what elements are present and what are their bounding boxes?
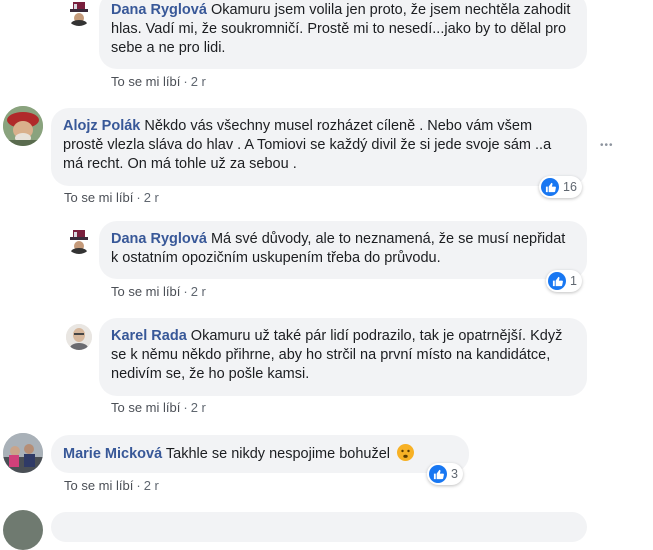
comment-bubble: Marie Micková Takhle se nikdy nespojime … bbox=[51, 435, 469, 473]
like-link[interactable]: To se mi líbí bbox=[64, 190, 133, 205]
reaction-number: 3 bbox=[451, 467, 458, 481]
comment-author[interactable]: Alojz Polák bbox=[63, 118, 140, 134]
like-reaction-icon bbox=[541, 178, 559, 196]
reaction-count[interactable]: 1 bbox=[546, 270, 582, 292]
avatar-hat-icon bbox=[70, 230, 88, 254]
avatar-photo-icon bbox=[3, 433, 43, 473]
comment-meta: To se mi líbí · 2 r bbox=[64, 478, 159, 493]
comment-bubble: Karel Rada Okamuru už také pár lidí podr… bbox=[99, 318, 587, 396]
comment-author[interactable]: Dana Ryglová bbox=[111, 231, 207, 247]
separator: · bbox=[136, 190, 141, 205]
avatar-hat-icon bbox=[70, 2, 88, 26]
sad-face-icon bbox=[397, 444, 415, 461]
avatar[interactable] bbox=[3, 510, 43, 550]
avatar[interactable] bbox=[66, 228, 92, 254]
timestamp[interactable]: 2 r bbox=[191, 284, 206, 299]
avatar-photo-icon bbox=[66, 324, 92, 350]
like-reaction-icon bbox=[548, 272, 566, 290]
comment-meta: To se mi líbí · 2 r bbox=[64, 190, 159, 205]
reaction-number: 16 bbox=[563, 180, 577, 194]
comment-bubble: Dana Ryglová Okamuru jsem volila jen pro… bbox=[99, 0, 587, 69]
separator: · bbox=[183, 400, 188, 415]
comment-author[interactable]: Dana Ryglová bbox=[111, 2, 207, 18]
comment-text: Takhle se nikdy nespojime bohužel bbox=[165, 446, 390, 462]
reaction-number: 1 bbox=[570, 274, 577, 288]
avatar[interactable] bbox=[66, 0, 92, 26]
comment-meta: To se mi líbí · 2 r bbox=[111, 74, 206, 89]
comment-meta: To se mi líbí · 2 r bbox=[111, 400, 206, 415]
separator: · bbox=[136, 478, 141, 493]
comment-author[interactable]: Marie Micková bbox=[63, 446, 162, 462]
like-link[interactable]: To se mi líbí bbox=[111, 284, 180, 299]
comment-meta: To se mi líbí · 2 r bbox=[111, 284, 206, 299]
like-link[interactable]: To se mi líbí bbox=[111, 74, 180, 89]
timestamp[interactable]: 2 r bbox=[191, 400, 206, 415]
avatar[interactable] bbox=[3, 106, 43, 146]
avatar[interactable] bbox=[66, 324, 92, 350]
avatar[interactable] bbox=[3, 433, 43, 473]
comment-author[interactable]: Karel Rada bbox=[111, 328, 187, 344]
reaction-count[interactable]: 3 bbox=[427, 463, 463, 485]
avatar-photo-icon bbox=[3, 106, 43, 146]
reaction-count[interactable]: 16 bbox=[539, 176, 582, 198]
separator: · bbox=[183, 74, 188, 89]
timestamp[interactable]: 2 r bbox=[144, 478, 159, 493]
comment-bubble bbox=[51, 512, 587, 542]
timestamp[interactable]: 2 r bbox=[144, 190, 159, 205]
like-link[interactable]: To se mi líbí bbox=[111, 400, 180, 415]
more-options-icon[interactable]: ••• bbox=[600, 140, 614, 151]
like-link[interactable]: To se mi líbí bbox=[64, 478, 133, 493]
comment-bubble: Dana Ryglová Má své důvody, ale to nezna… bbox=[99, 221, 587, 279]
separator: · bbox=[183, 284, 188, 299]
like-reaction-icon bbox=[429, 465, 447, 483]
comment-bubble: Alojz Polák Někdo vás všechny musel rozh… bbox=[51, 108, 587, 186]
timestamp[interactable]: 2 r bbox=[191, 74, 206, 89]
